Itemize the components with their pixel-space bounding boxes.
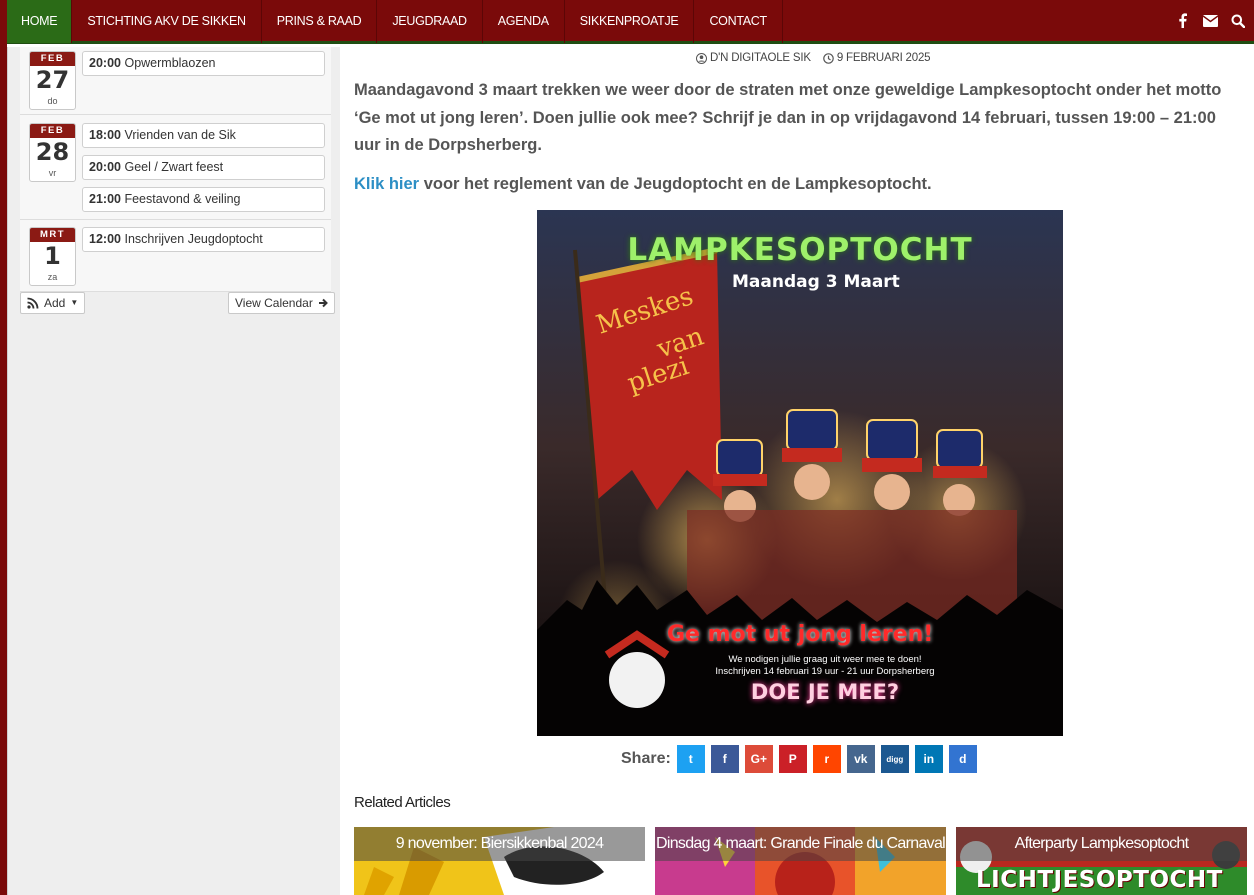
share-vk-button[interactable]: vk [846, 745, 875, 773]
author-name: D'N DIGITAOLE SIK [710, 52, 811, 64]
event-time: 20:00 [89, 56, 121, 70]
calendar-event[interactable]: 20:00 Opwermblaozen [82, 51, 325, 76]
related-article-card[interactable]: Afterparty Lampkesoptocht LICHTJESOPTOCH… [956, 827, 1247, 895]
event-title: Inschrijven Jeugdoptocht [124, 232, 263, 246]
poster-cta: DOE JE MEE? [750, 680, 900, 704]
event-time: 18:00 [89, 128, 121, 142]
search-icon[interactable] [1230, 13, 1246, 29]
add-calendar-button[interactable]: Add ▼ [20, 292, 86, 314]
nav-item-stichting[interactable]: STICHTING AKV DE SIKKEN [72, 0, 262, 43]
event-time: 21:00 [89, 192, 121, 206]
nav-item-prins-raad[interactable]: PRINS & RAAD [262, 0, 378, 43]
nav-social-icons [1174, 13, 1254, 29]
nav-item-jeugdraad[interactable]: JEUGDRAAD [377, 0, 483, 43]
related-caption: Dinsdag 4 maart: Grande Finale du Carnav… [655, 827, 946, 861]
date-day: 1 [44, 242, 61, 270]
post-author[interactable]: D'N DIGITAOLE SIK [696, 52, 811, 64]
event-title: Vrienden van de Sik [124, 128, 236, 142]
share-linkedin-button[interactable]: in [914, 745, 943, 773]
date-day: 28 [35, 138, 70, 166]
calendar-event[interactable]: 12:00 Inschrijven Jeugdoptocht [82, 227, 325, 252]
delicious-icon: d [959, 752, 967, 766]
date-weekday: vr [48, 168, 57, 178]
share-reddit-button[interactable]: r [812, 745, 841, 773]
vk-icon: vk [854, 752, 868, 766]
user-icon [696, 52, 707, 64]
sidebar: FEB 27 do 20:00 Opwermblaozen FEB 28 vr … [7, 47, 340, 895]
share-google-plus-button[interactable]: G+ [744, 745, 773, 773]
facebook-icon: f [722, 752, 727, 766]
article-paragraph: Maandagavond 3 maart trekken we weer doo… [354, 81, 1222, 154]
nav-item-sikkenproatje[interactable]: SIKKENPROATJE [565, 0, 695, 43]
related-caption: 9 november: Biersikkenbal 2024 [354, 827, 645, 861]
caret-down-icon: ▼ [70, 298, 79, 307]
post-meta: D'N DIGITAOLE SIK 9 FEBRUARI 2025 [696, 52, 931, 64]
share-bar: Share: t f G+ P r vk digg in d [621, 745, 983, 773]
related-article-card[interactable]: Dinsdag 4 maart: Grande Finale du Carnav… [655, 827, 946, 895]
related-articles-heading: Related Articles [354, 794, 451, 811]
event-title: Opwermblaozen [124, 56, 216, 70]
related-article-card[interactable]: 9 november: Biersikkenbal 2024 [354, 827, 645, 895]
event-time: 20:00 [89, 160, 121, 174]
poster-line-1: We nodigen jullie graag uit weer mee te … [728, 654, 922, 665]
date-month: MRT [30, 228, 75, 242]
reddit-icon: r [824, 752, 830, 766]
event-title: Feestavond & veiling [124, 192, 241, 206]
poster-subtitle: Maandag 3 Maart [732, 272, 900, 292]
linkedin-icon: in [923, 752, 935, 766]
envelope-icon[interactable] [1202, 13, 1218, 29]
calendar-widget: FEB 27 do 20:00 Opwermblaozen FEB 28 vr … [20, 47, 331, 292]
post-date: 9 FEBRUARI 2025 [823, 52, 931, 64]
view-calendar-button[interactable]: View Calendar [228, 292, 335, 314]
related-thumbnail-text: LICHTJESOPTOCHT [976, 867, 1223, 893]
google-plus-icon: G+ [750, 752, 767, 766]
calendar-event[interactable]: 18:00 Vrienden van de Sik [82, 123, 325, 148]
nav-item-contact[interactable]: CONTACT [694, 0, 783, 43]
pinterest-icon: P [788, 752, 797, 766]
poster-slogan: Ge mot ut jong leren! [667, 622, 934, 647]
share-digg-button[interactable]: digg [880, 745, 909, 773]
date-weekday: do [47, 96, 58, 106]
arrow-right-icon [318, 298, 328, 308]
regulations-link[interactable]: Klik hier [354, 175, 419, 193]
rss-icon [27, 297, 39, 309]
article-link-paragraph: Klik hier voor het reglement van de Jeug… [354, 171, 932, 198]
article-main: D'N DIGITAOLE SIK 9 FEBRUARI 2025 Maanda… [340, 47, 1254, 895]
view-calendar-label: View Calendar [235, 296, 313, 310]
share-twitter-button[interactable]: t [676, 745, 705, 773]
date-badge: FEB 27 do [29, 51, 76, 110]
left-border-stripe [0, 0, 7, 895]
date-badge: FEB 28 vr [29, 123, 76, 182]
date-month: FEB [30, 52, 75, 66]
share-facebook-button[interactable]: f [710, 745, 739, 773]
date-weekday: za [47, 272, 58, 282]
event-time: 12:00 [89, 232, 121, 246]
facebook-icon[interactable] [1174, 13, 1190, 29]
calendar-day-row: FEB 27 do 20:00 Opwermblaozen [20, 47, 331, 115]
poster-title: LAMPKESOPTOCHT [627, 232, 973, 268]
share-pinterest-button[interactable]: P [778, 745, 807, 773]
nav-item-home[interactable]: HOME [7, 0, 73, 43]
digg-icon: digg [886, 754, 904, 764]
share-delicious-button[interactable]: d [948, 745, 977, 773]
calendar-event[interactable]: 20:00 Geel / Zwart feest [82, 155, 325, 180]
twitter-icon: t [688, 752, 693, 766]
calendar-day-row: MRT 1 za 12:00 Inschrijven Jeugdoptocht [20, 220, 331, 292]
date-day: 27 [35, 66, 70, 94]
lampkesoptocht-poster: LAMPKESOPTOCHT Maandag 3 Maart Meskes va… [537, 210, 1063, 736]
calendar-event[interactable]: 21:00 Feestavond & veiling [82, 187, 325, 212]
nav-item-agenda[interactable]: AGENDA [483, 0, 565, 43]
related-caption: Afterparty Lampkesoptocht [956, 827, 1247, 861]
calendar-day-row: FEB 28 vr 18:00 Vrienden van de Sik 20:0… [20, 115, 331, 220]
clock-icon [823, 52, 834, 64]
link-rest-text: voor het reglement van de Jeugdoptocht e… [419, 175, 932, 193]
add-label: Add [44, 296, 66, 310]
date-badge: MRT 1 za [29, 227, 76, 286]
share-label: Share: [621, 750, 671, 767]
date-text: 9 FEBRUARI 2025 [836, 52, 931, 64]
date-month: FEB [30, 124, 75, 138]
main-navigation: HOME STICHTING AKV DE SIKKEN PRINS & RAA… [7, 0, 1254, 44]
event-title: Geel / Zwart feest [124, 160, 224, 174]
poster-line-2: Inschrijven 14 februari 19 uur - 21 uur … [715, 666, 935, 677]
